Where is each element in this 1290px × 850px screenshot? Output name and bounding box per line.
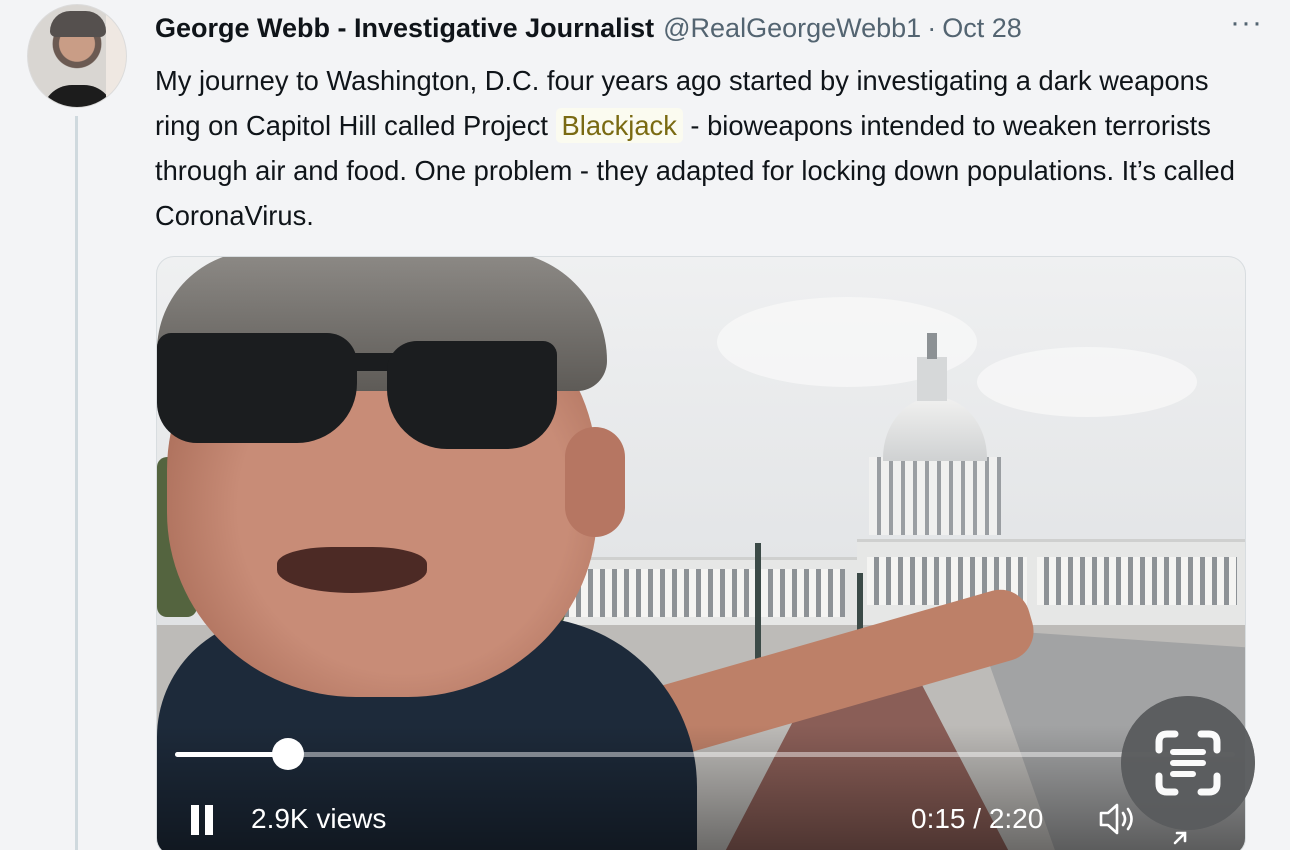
avatar-background [106, 5, 126, 107]
author-name[interactable]: George Webb - Investigative Journalist [155, 13, 654, 44]
author-handle[interactable]: @RealGeorgeWebb1 [663, 13, 921, 44]
video-time: 0:15 / 2:20 [911, 803, 1044, 834]
sunglasses-left-lens [157, 333, 357, 443]
pause-bar [191, 805, 199, 835]
highlighted-word: Blackjack [555, 108, 683, 143]
presenter-ear [565, 427, 625, 537]
progress-fill [175, 752, 289, 757]
speaker-icon[interactable] [1097, 801, 1137, 837]
text-scan-icon[interactable] [1121, 696, 1255, 830]
avatar-hair [50, 11, 106, 37]
tweet-header: George Webb - Investigative Journalist @… [155, 6, 1265, 46]
header-separator: · [927, 12, 937, 43]
pause-icon[interactable] [191, 805, 215, 835]
author-avatar[interactable] [27, 4, 127, 108]
pause-bar [205, 805, 213, 835]
progress-bar[interactable] [175, 738, 1235, 770]
more-icon[interactable]: ··· [1230, 6, 1263, 40]
avatar-shirt [42, 85, 114, 107]
sunglasses-right-lens [387, 341, 557, 449]
video-player[interactable]: 2.9K views 0:15 / 2:20 [156, 256, 1246, 850]
tweet-date[interactable]: Oct 28 [942, 13, 1022, 44]
view-count: 2.9K views [251, 803, 387, 834]
tweet-text: My journey to Washington, D.C. four year… [155, 58, 1235, 238]
thread-line [75, 116, 78, 850]
presenter-mouth [277, 547, 427, 593]
